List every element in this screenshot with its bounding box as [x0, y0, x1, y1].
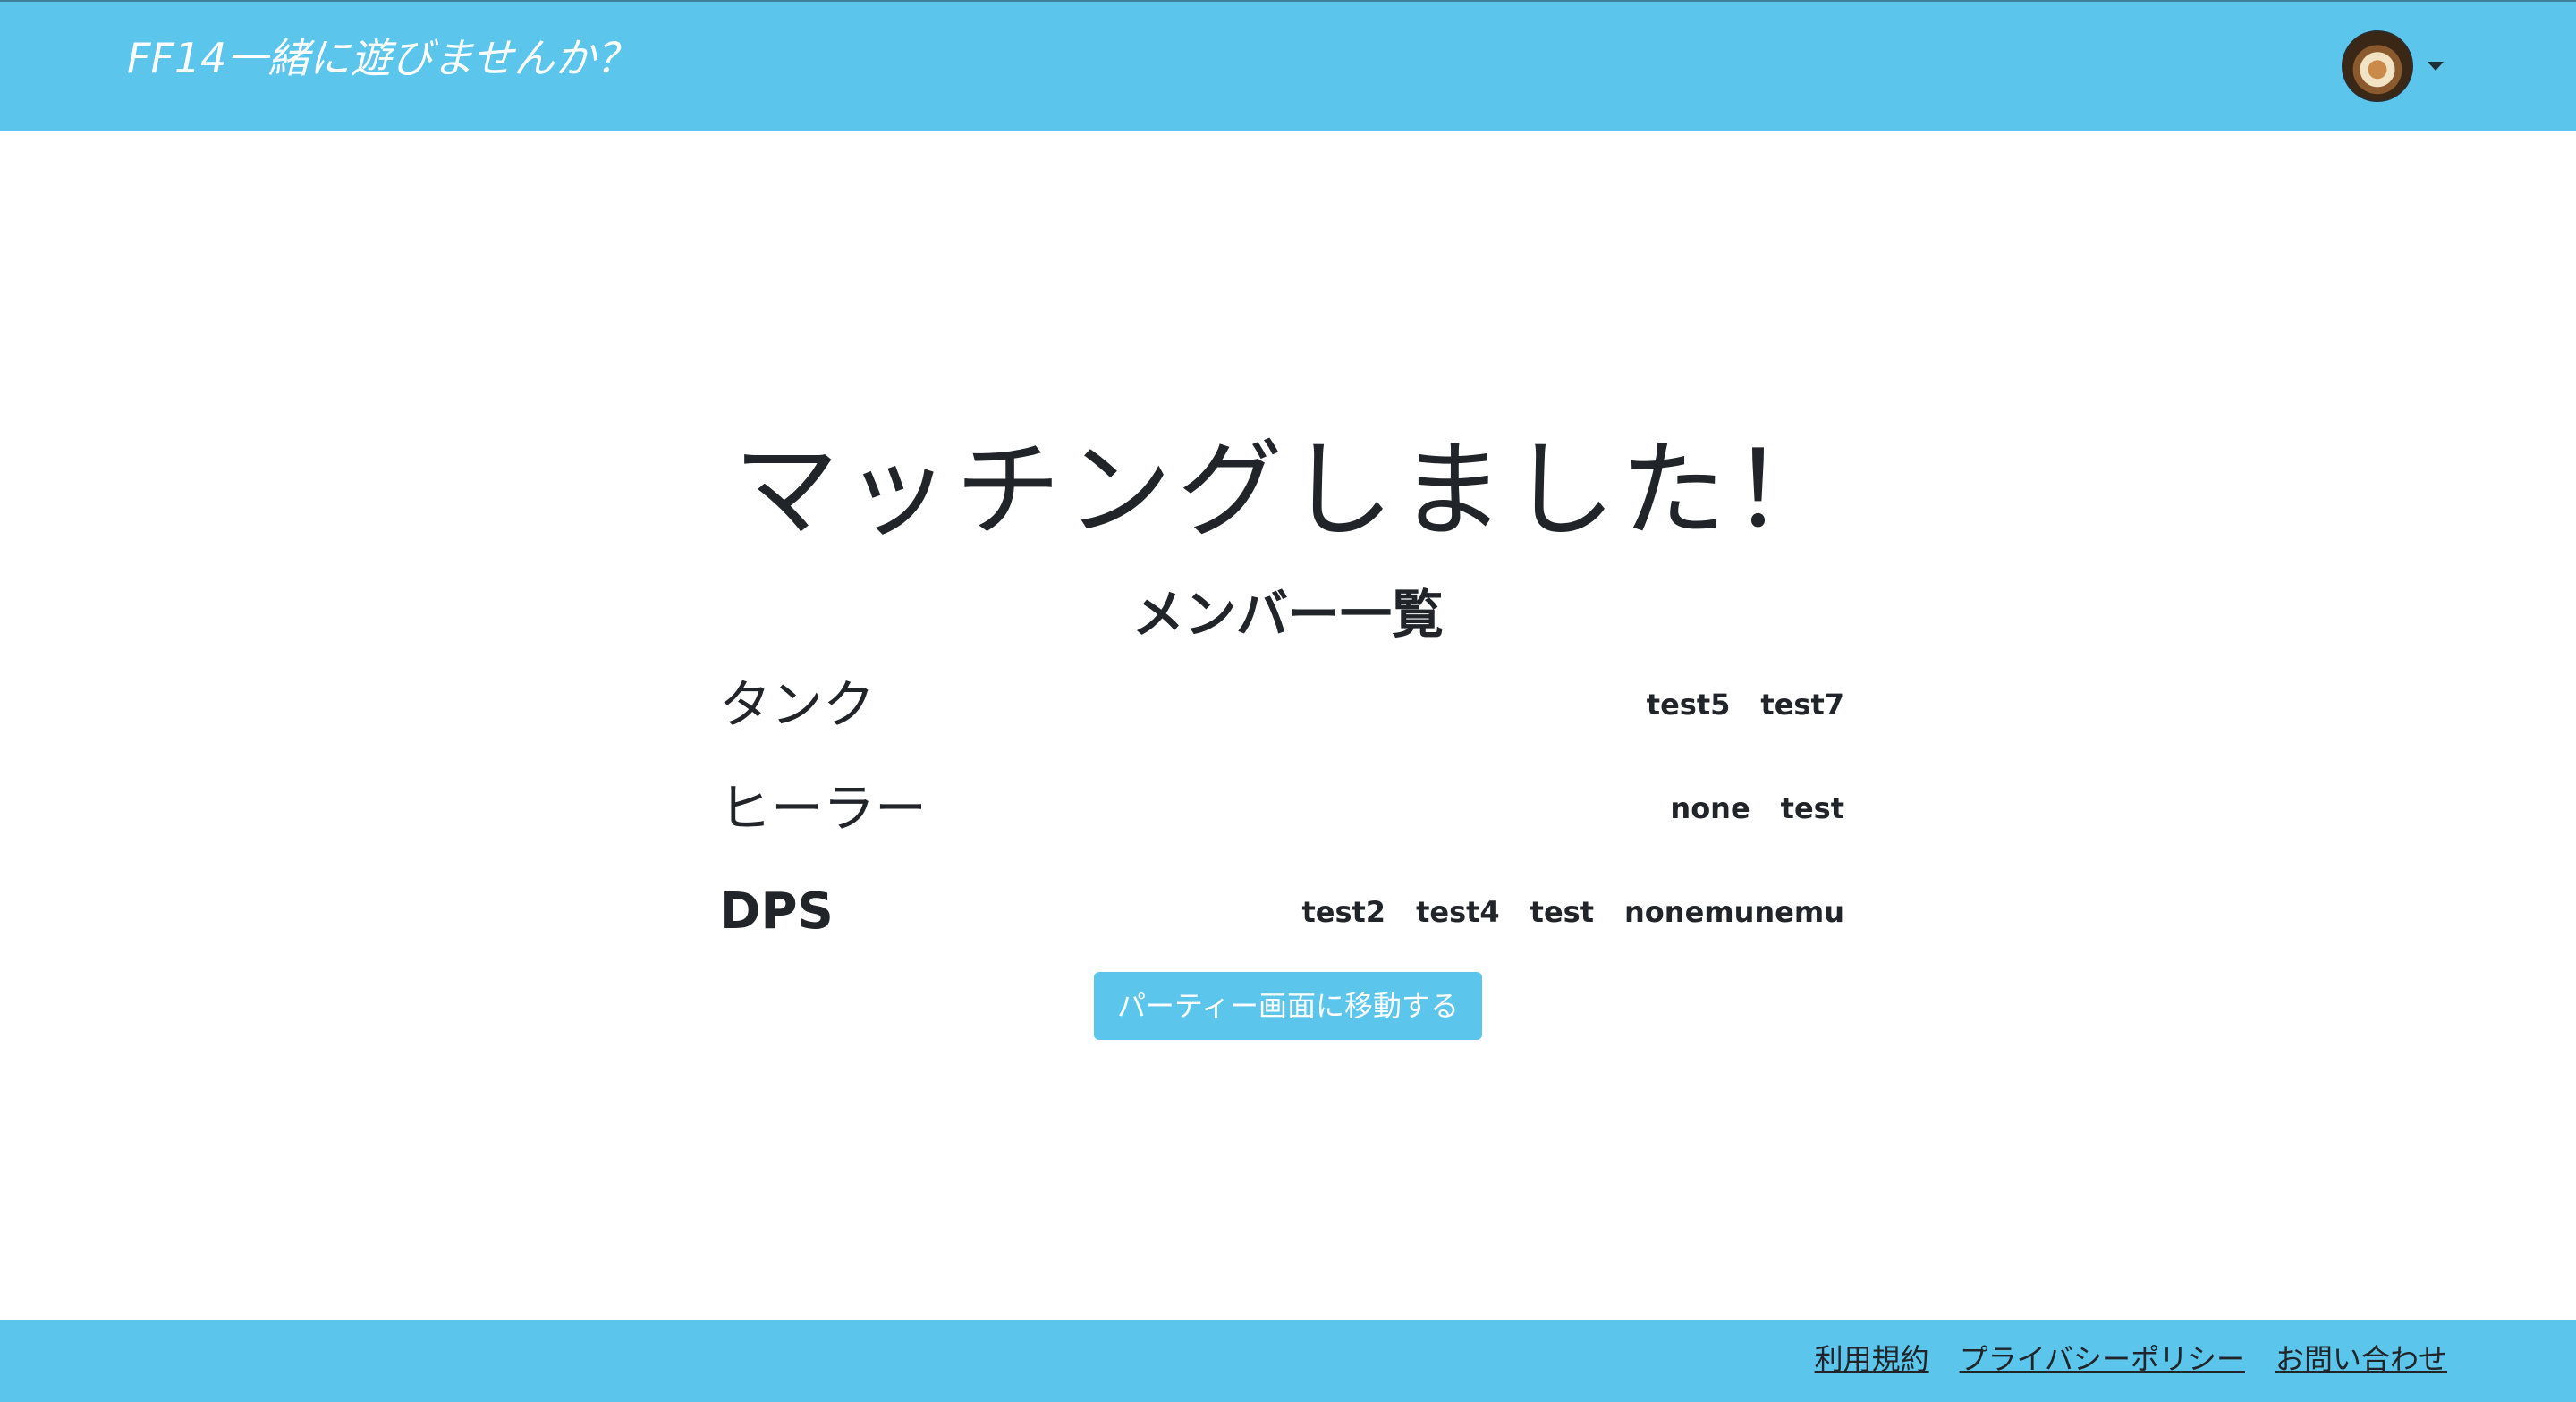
member-list: タンク test5 test7 ヒーラー none test DPS test2…: [719, 653, 1844, 964]
page-title: マッチングしました！: [733, 428, 1843, 553]
role-name-dps: DPS: [719, 883, 834, 941]
privacy-policy-link[interactable]: プライバシーポリシー: [1960, 1345, 2245, 1373]
member-name: test5: [1646, 688, 1731, 722]
role-row-dps: DPS test2 test4 test nonemunemu: [719, 860, 1844, 964]
member-name: test2: [1301, 895, 1386, 929]
member-name: test: [1530, 895, 1595, 929]
footer-links: 利用規約 プライバシーポリシー お問い合わせ: [1815, 1345, 2447, 1373]
contact-link[interactable]: お問い合わせ: [2275, 1345, 2447, 1373]
member-name: test: [1780, 791, 1844, 825]
member-name: none: [1670, 791, 1750, 825]
role-row-tank: タンク test5 test7: [719, 653, 1844, 756]
caret-down-icon[interactable]: [2428, 62, 2444, 71]
terms-link[interactable]: 利用規約: [1815, 1345, 1929, 1373]
tank-members: test5 test7: [1647, 690, 1844, 719]
brand-title[interactable]: FF14一緒に遊びませんか？: [127, 38, 637, 79]
healer-members: none test: [1670, 794, 1844, 823]
member-list-heading: メンバー一覧: [1131, 584, 1444, 646]
footer: 利用規約 プライバシーポリシー お問い合わせ: [0, 1320, 2576, 1402]
avatar[interactable]: [2342, 30, 2413, 102]
go-to-party-button[interactable]: パーティー画面に移動する: [1094, 972, 1482, 1040]
top-navbar: FF14一緒に遊びませんか？: [0, 0, 2576, 131]
user-menu-toggle[interactable]: [2342, 30, 2444, 102]
role-name-tank: タンク: [719, 674, 876, 735]
member-name: nonemunemu: [1624, 895, 1844, 929]
member-name: test4: [1416, 895, 1500, 929]
dps-members: test2 test4 test nonemunemu: [1301, 898, 1844, 926]
role-name-healer: ヒーラー: [719, 778, 928, 839]
role-row-healer: ヒーラー none test: [719, 756, 1844, 860]
member-name: test7: [1760, 688, 1844, 722]
